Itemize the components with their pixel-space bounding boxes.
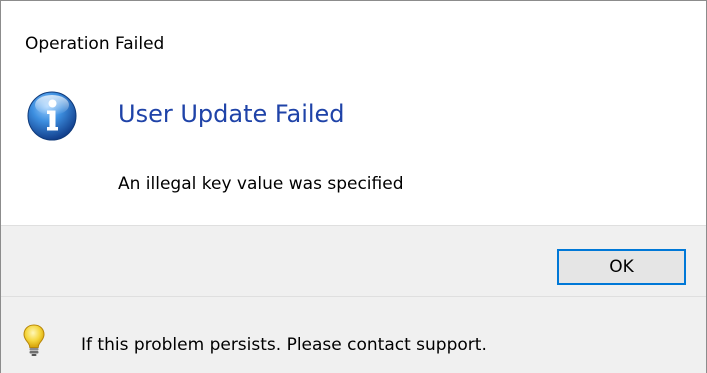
dialog-title: Operation Failed — [25, 34, 165, 54]
lightbulb-icon — [21, 323, 47, 357]
info-icon — [26, 90, 78, 142]
ok-button[interactable]: OK — [557, 249, 686, 285]
dialog-title-bar: Operation Failed — [1, 1, 706, 79]
dialog-content: User Update Failed An illegal key value … — [1, 79, 706, 225]
task-dialog: Operation Failed User Update Failed An i… — [0, 0, 707, 373]
footer-text: If this problem persists. Please contact… — [81, 335, 487, 355]
error-message: An illegal key value was specified — [118, 174, 404, 194]
button-area: OK — [1, 225, 706, 296]
main-instruction: User Update Failed — [118, 100, 345, 128]
dialog-footer: If this problem persists. Please contact… — [1, 296, 706, 373]
